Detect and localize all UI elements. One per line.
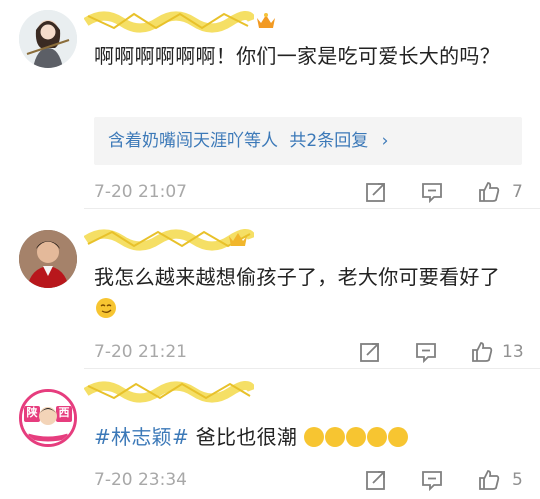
like-count: 5 [512, 470, 523, 490]
comment-actions: 7 [340, 180, 540, 206]
share-icon[interactable] [364, 180, 388, 204]
comment-timestamp: 7-20 23:34 [94, 470, 187, 490]
comment-text: 我怎么越来越想偷孩子了，老大你可要看好了 [94, 262, 522, 324]
comment-text-content: 我怎么越来越想偷孩子了，老大你可要看好了 [94, 265, 500, 289]
avatar[interactable] [19, 230, 77, 288]
avatar[interactable]: 陕 西 [19, 389, 77, 447]
like-count: 7 [512, 182, 523, 202]
avatar-photo [19, 230, 77, 288]
comment-timestamp: 7-20 21:07 [94, 182, 187, 202]
vip-crown-icon [256, 12, 276, 34]
laugh-cry-emoji-icon [303, 427, 324, 447]
username-obscured[interactable] [84, 8, 254, 34]
comment-timestamp: 7-20 21:21 [94, 342, 187, 362]
divider [84, 368, 540, 369]
divider [84, 208, 540, 209]
username-obscured[interactable] [84, 378, 254, 404]
avatar-label-left: 陕 [26, 406, 38, 419]
hashtag-link[interactable]: #林志颖# [94, 425, 189, 449]
comment-item-2: 我怎么越来越想偷孩子了，老大你可要看好了 7-20 21:21 13 [0, 210, 540, 370]
comment-actions: 13 [340, 340, 540, 366]
avatar[interactable] [19, 10, 77, 68]
like-count: 13 [502, 342, 524, 362]
thumbs-up-icon[interactable] [477, 180, 501, 204]
comment-item-3: 陕 西 #林志颖# 爸比也很潮 7-20 23:34 5 [0, 370, 540, 499]
vip-crown-icon [228, 230, 248, 252]
comment-icon[interactable] [420, 180, 444, 204]
comment-item-1: 啊啊啊啊啊啊！你们一家是吃可爱长大的吗？ 含着奶嘴闯天涯吖等人 共2条回复 › … [0, 0, 540, 210]
avatar-label-right: 西 [58, 406, 70, 419]
thumbs-up-icon[interactable] [477, 468, 501, 492]
comment-icon[interactable] [414, 340, 438, 364]
comment-icon[interactable] [420, 468, 444, 492]
chevron-right-icon: › [381, 131, 389, 151]
thumbs-up-icon[interactable] [470, 340, 494, 364]
share-icon[interactable] [364, 468, 388, 492]
smirk-emoji-icon [96, 298, 116, 318]
reply-count: 共2条回复 [289, 131, 369, 151]
comment-text: #林志颖# 爸比也很潮 [94, 422, 522, 453]
comment-actions: 5 [340, 468, 540, 494]
reply-names: 含着奶嘴闯天涯吖等人 [108, 131, 278, 151]
avatar-illustration [19, 10, 77, 68]
grin-emoji-icon [345, 427, 366, 447]
reply-summary[interactable]: 含着奶嘴闯天涯吖等人 共2条回复 › [94, 117, 522, 165]
comment-text-content: 爸比也很潮 [189, 425, 298, 449]
comment-text: 啊啊啊啊啊啊！你们一家是吃可爱长大的吗？ [94, 44, 500, 68]
thinking-emoji-icon [366, 427, 387, 447]
share-icon[interactable] [358, 340, 382, 364]
grin-emoji-icon [324, 427, 345, 447]
thinking-emoji-icon [387, 427, 408, 447]
